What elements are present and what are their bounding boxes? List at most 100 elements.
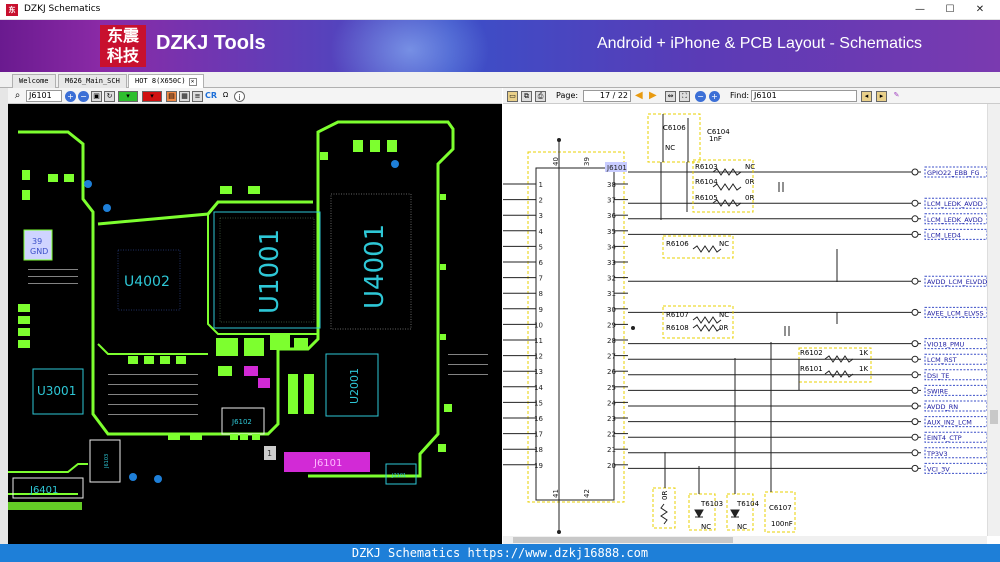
- pin-number: 27: [607, 353, 616, 361]
- net-port[interactable]: [911, 277, 919, 285]
- zoom-in-icon[interactable]: +: [65, 91, 76, 102]
- pcb-board: U1001 U4001 U4002 U3001 U2001 J6101 J610…: [8, 120, 488, 510]
- maximize-icon[interactable]: ☐: [935, 0, 965, 20]
- schematic-view[interactable]: J6101 1 2 3 4 5 6 7 8 9 10 11 12 13 14 15 16 17 18 19 38 37 3…: [503, 104, 987, 536]
- window-title: DZKJ Schematics: [24, 4, 101, 14]
- horizontal-scrollbar[interactable]: [503, 536, 987, 544]
- zoom-out-icon[interactable]: −: [695, 91, 706, 102]
- copy-icon[interactable]: ⧉: [521, 91, 532, 102]
- pin-number: 22: [607, 431, 616, 439]
- net-port[interactable]: [911, 230, 919, 238]
- component-value: NC: [719, 240, 729, 248]
- tab-bar: Welcome M626_Main_SCH HOT 8(X650C) ✕: [0, 72, 1000, 88]
- search-icon[interactable]: ⌕: [12, 91, 23, 102]
- net-port[interactable]: [911, 340, 919, 348]
- component-value: 0R: [745, 194, 754, 202]
- pin-number: 21: [607, 446, 616, 454]
- cr-toggle[interactable]: CR: [205, 91, 217, 100]
- list-icon[interactable]: ≡: [192, 91, 203, 102]
- net-port[interactable]: [911, 386, 919, 394]
- net-port[interactable]: [911, 215, 919, 223]
- info-icon[interactable]: i: [234, 91, 245, 102]
- highlight-icon[interactable]: ✎: [891, 91, 902, 102]
- pin-number: 30: [607, 306, 616, 314]
- zoom-in-icon[interactable]: +: [709, 91, 720, 102]
- component-ref: C6107: [769, 504, 792, 512]
- next-page-icon[interactable]: ▶: [649, 90, 657, 101]
- chip-label: U4002: [124, 274, 170, 290]
- find-input[interactable]: J6101: [751, 90, 857, 102]
- component-ref: T6104: [736, 500, 760, 508]
- net-label: AVEE_LCM_ELVSS: [927, 309, 984, 317]
- pin-number: 14: [534, 384, 543, 392]
- tab-welcome[interactable]: Welcome: [12, 74, 56, 88]
- net-port[interactable]: [911, 168, 919, 176]
- page-input[interactable]: 17 / 22: [583, 90, 631, 102]
- net-port[interactable]: [911, 418, 919, 426]
- tab-close-icon[interactable]: ✕: [188, 78, 197, 86]
- net-port[interactable]: [911, 371, 919, 379]
- component-ref: R6105: [695, 194, 718, 202]
- chip-label: U4001: [360, 224, 390, 309]
- logo-bottom-text: 科技: [106, 46, 139, 65]
- pcb-search-input[interactable]: J6101: [26, 90, 62, 102]
- chip-label: J2101: [391, 473, 406, 479]
- tab-hot8[interactable]: HOT 8(X650C) ✕: [128, 74, 204, 88]
- component-ref: C6106: [663, 124, 686, 132]
- logo-top-text: 东震: [106, 26, 139, 45]
- net-label: LCM_LED4: [927, 231, 961, 239]
- green-color-picker[interactable]: ▾: [118, 91, 138, 102]
- net-label: EINT4_CTP: [927, 434, 962, 442]
- vertical-scrollbar[interactable]: [987, 104, 1000, 536]
- zoom-out-icon[interactable]: −: [78, 91, 89, 102]
- open-icon[interactable]: ▭: [507, 91, 518, 102]
- pin-number: 29: [607, 321, 616, 329]
- find-next-icon[interactable]: ▸: [876, 91, 887, 102]
- pin-number: 2: [539, 197, 543, 205]
- net-port[interactable]: [911, 464, 919, 472]
- scroll-thumb[interactable]: [513, 537, 733, 543]
- app-icon: 东: [6, 4, 18, 16]
- red-color-picker[interactable]: ▾: [142, 91, 162, 102]
- component-ref: R6107: [666, 311, 689, 319]
- chip-label: J6102: [231, 418, 252, 426]
- grid-icon[interactable]: ▦: [179, 91, 190, 102]
- title-bar: 东 DZKJ Schematics — ☐ ✕: [0, 0, 1000, 20]
- net-port[interactable]: [911, 308, 919, 316]
- close-icon[interactable]: ✕: [965, 0, 995, 20]
- net-port[interactable]: [911, 355, 919, 363]
- net-port[interactable]: [911, 199, 919, 207]
- connector-body[interactable]: [535, 167, 615, 501]
- rotate-icon[interactable]: ↻: [104, 91, 115, 102]
- pin-number: 12: [534, 353, 543, 361]
- net-label: VIO18_PMU: [927, 341, 965, 349]
- net-label: AUX_IN2_LCM: [927, 419, 972, 427]
- net-port[interactable]: [911, 433, 919, 441]
- net-port[interactable]: [911, 449, 919, 457]
- pin-number: 3: [539, 212, 543, 220]
- pin-number: 15: [534, 399, 543, 407]
- fit-page-icon[interactable]: ⇔: [665, 91, 676, 102]
- print-icon[interactable]: ⎙: [535, 91, 546, 102]
- net-port[interactable]: [911, 402, 919, 410]
- omega-icon[interactable]: Ω: [220, 91, 231, 102]
- scroll-thumb[interactable]: [990, 410, 998, 424]
- tab-main-sch[interactable]: M626_Main_SCH: [58, 74, 127, 88]
- find-prev-icon[interactable]: ◂: [861, 91, 872, 102]
- component-ref: R6106: [666, 240, 689, 248]
- layer-icon[interactable]: ▤: [166, 91, 177, 102]
- pin-label: 1: [267, 449, 272, 458]
- fit-icon[interactable]: ▣: [91, 91, 102, 102]
- pin-number: 13: [534, 368, 543, 376]
- tab-label: Welcome: [19, 77, 49, 85]
- pin-number: 32: [607, 275, 616, 283]
- prev-page-icon[interactable]: ◀: [635, 90, 643, 101]
- minimize-icon[interactable]: —: [905, 0, 935, 20]
- pin-number: 18: [534, 446, 543, 454]
- net-label: LCM_RST: [927, 356, 957, 364]
- fit-window-icon[interactable]: ⛶: [679, 91, 690, 102]
- pin-number: 31: [607, 290, 616, 298]
- net-label: LCM_LEDK_AVDD: [927, 200, 983, 208]
- pin-number: 8: [539, 290, 543, 298]
- pcb-layout-view[interactable]: U1001 U4001 U4002 U3001 U2001 J6101 J610…: [8, 104, 502, 544]
